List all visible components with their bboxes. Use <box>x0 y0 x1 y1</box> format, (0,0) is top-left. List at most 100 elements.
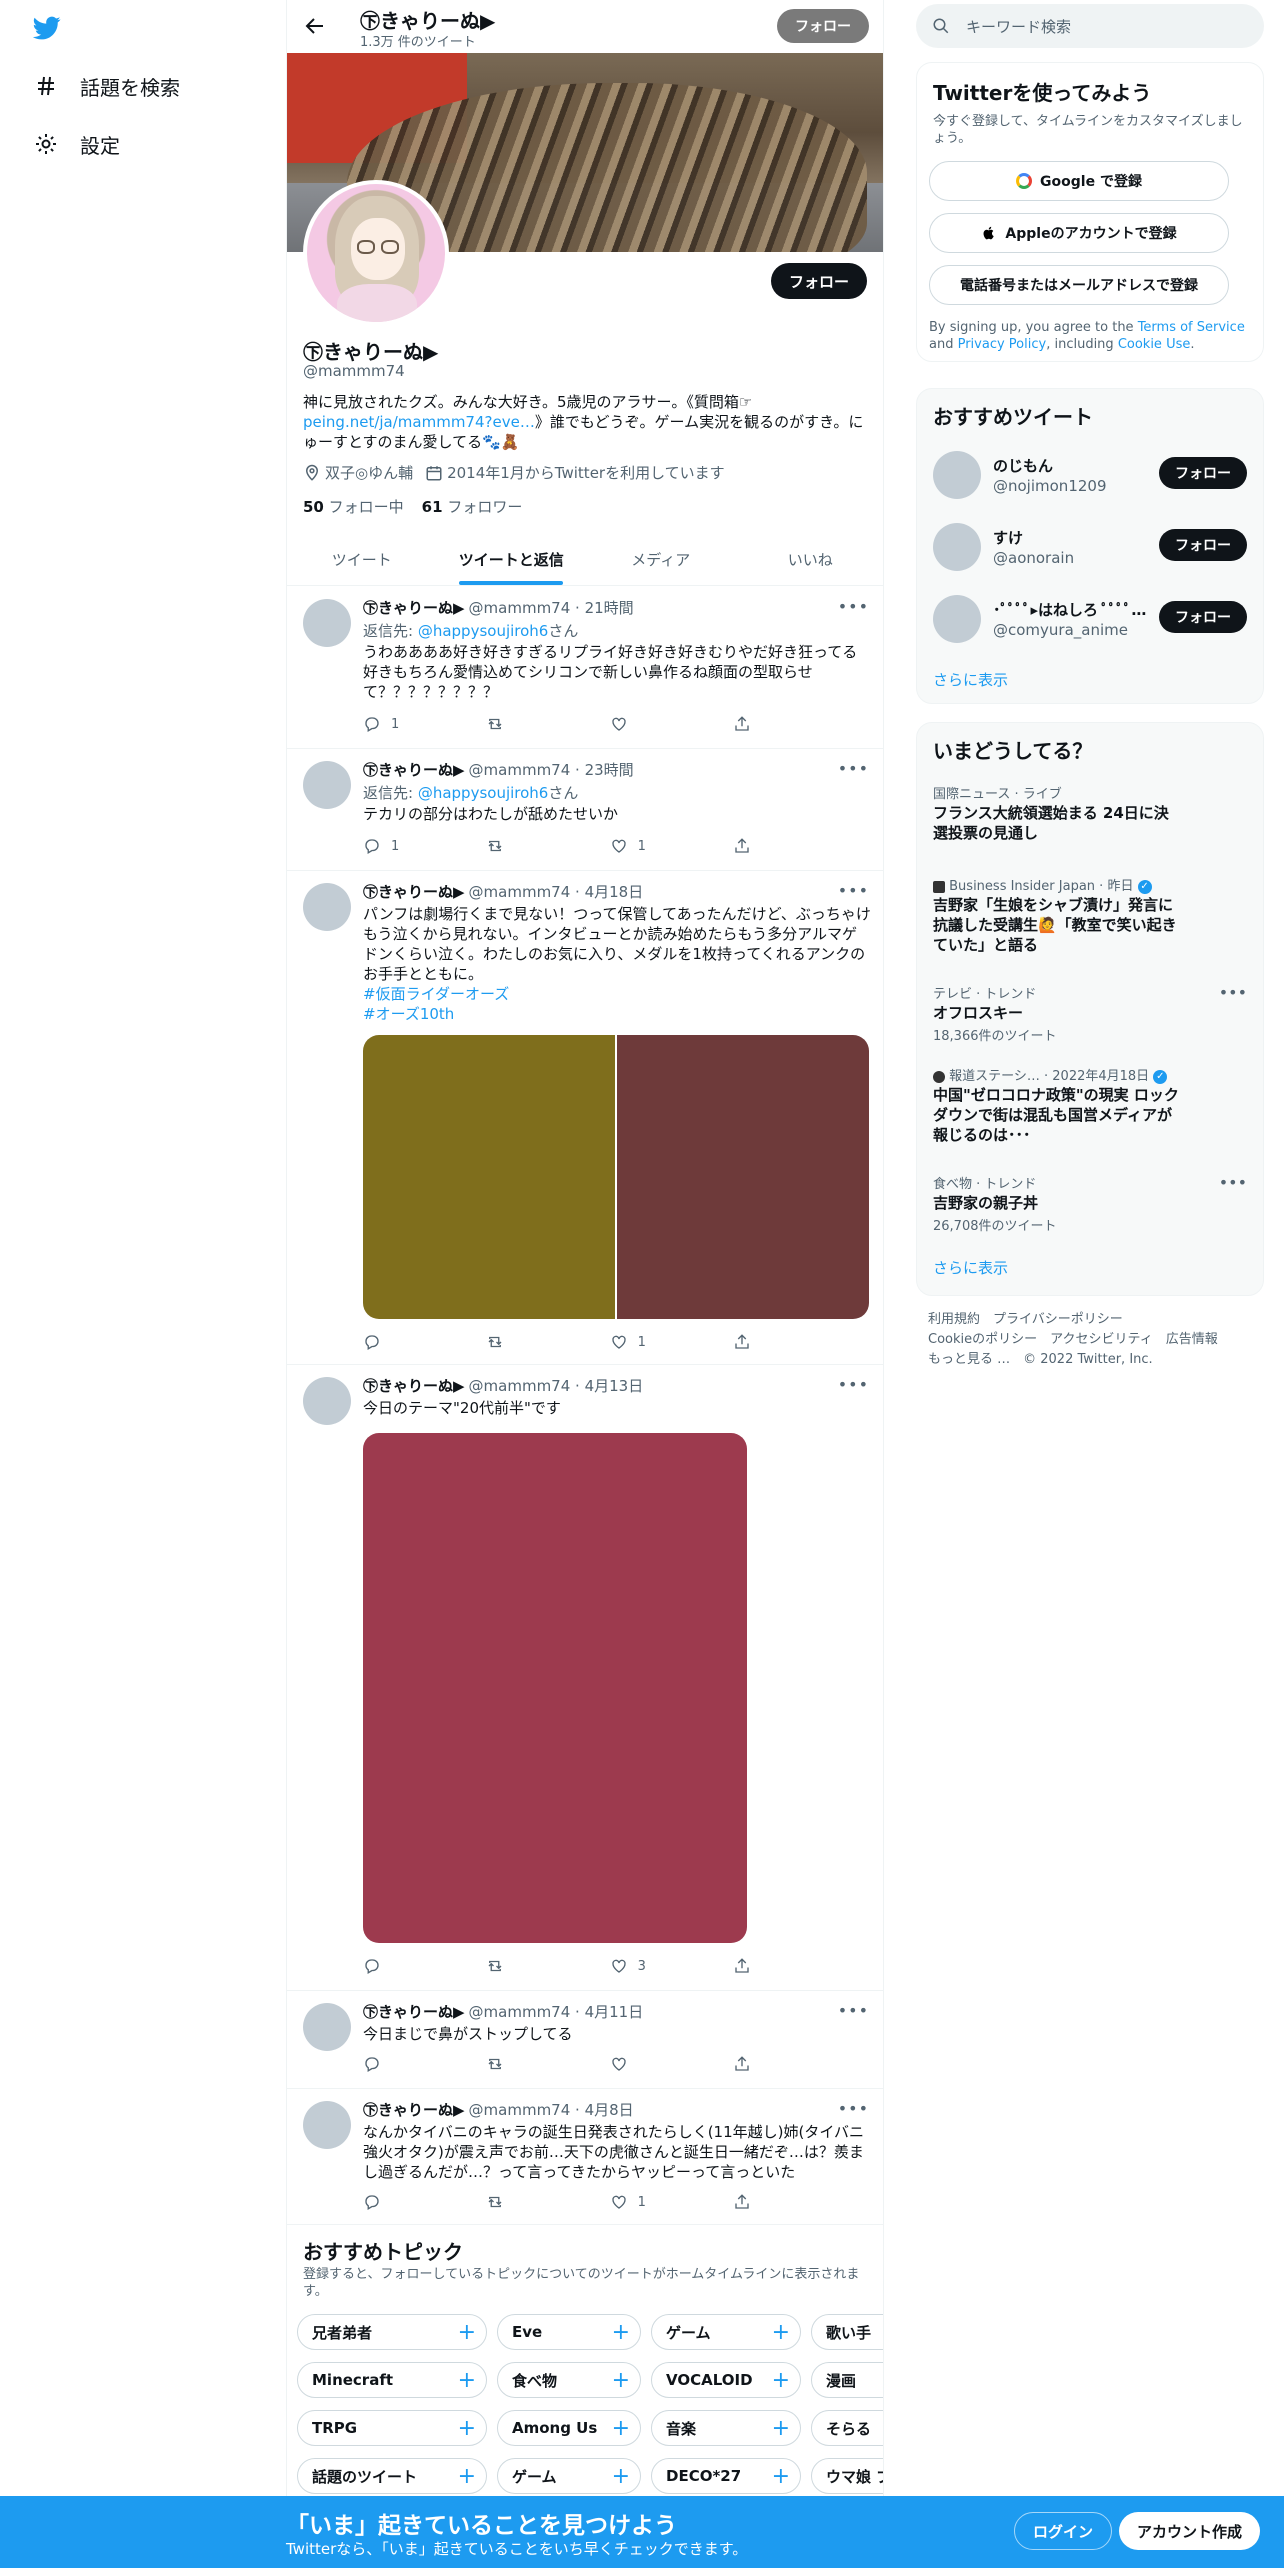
more-options-icon[interactable]: ••• <box>1219 1173 1247 1192</box>
avatar[interactable] <box>303 761 351 809</box>
profile-follow-button[interactable]: フォロー <box>770 263 867 299</box>
hashtag-link[interactable]: #オーズ10th <box>363 1005 454 1023</box>
topic-chip[interactable]: 歌い手 <box>811 2314 883 2350</box>
reply-button[interactable] <box>363 1333 423 1351</box>
like-button[interactable]: 1 <box>610 2193 670 2211</box>
privacy-policy-link[interactable]: Privacy Policy <box>958 337 1047 352</box>
tweet-author-name[interactable]: ㊦きゃりーぬ▶ <box>363 2099 465 2120</box>
topic-chip[interactable]: 音楽 + <box>651 2410 801 2446</box>
footer-line[interactable]: Cookieのポリシー アクセシビリティ 広告情報 <box>928 1330 1258 1350</box>
who-to-follow-item[interactable]: ･ﾟﾟﾟﾟ▸はねしろ ﾟﾟﾟﾟ… @comyura_anime フォロー <box>917 583 1263 655</box>
plus-icon[interactable]: + <box>612 2320 630 2345</box>
more-options-icon[interactable]: ••• <box>838 2001 869 2020</box>
avatar[interactable] <box>933 451 981 499</box>
follow-button[interactable]: フォロー <box>1159 601 1247 633</box>
trend-item[interactable]: 報道ステーシ… · 2022年4月18日 ✓ 中国"ゼロコロナ政策"の現実 ロッ… <box>917 1065 1263 1145</box>
media-image[interactable] <box>363 1035 615 1319</box>
tweet-author-name[interactable]: ㊦きゃりーぬ▶ <box>363 1375 465 1396</box>
back-arrow-icon[interactable] <box>303 14 327 38</box>
more-options-icon[interactable]: ••• <box>838 597 869 616</box>
reply-button[interactable] <box>363 2055 423 2073</box>
plus-icon[interactable]: + <box>772 2320 790 2345</box>
follow-button[interactable]: フォロー <box>1159 457 1247 489</box>
tweet-author-name[interactable]: ㊦きゃりーぬ▶ <box>363 2001 465 2022</box>
plus-icon[interactable]: + <box>772 2464 790 2489</box>
tweet[interactable]: ㊦きゃりーぬ▶ @mammm74 · 4月11日 ••• 今日まじで鼻がストップし… <box>287 1991 883 2089</box>
avatar[interactable] <box>303 883 351 931</box>
topic-chip[interactable]: DECO*27 + <box>651 2458 801 2494</box>
topic-chip[interactable]: ウマ娘 プ <box>811 2458 883 2494</box>
trend-item[interactable]: テレビ · トレンド ••• オフロスキー 18,366件のツイート <box>917 983 1263 1044</box>
footer-line[interactable]: もっと見る … © 2022 Twitter, Inc. <box>928 1350 1258 1370</box>
create-account-button[interactable]: アカウント作成 <box>1119 2512 1261 2550</box>
phone-email-signup-button[interactable]: 電話番号またはメールアドレスで登録 <box>929 265 1229 305</box>
retweet-button[interactable] <box>486 2193 546 2211</box>
tweet-media[interactable] <box>363 1035 869 1319</box>
like-button[interactable] <box>610 715 670 733</box>
retweet-button[interactable] <box>486 837 546 855</box>
reply-button[interactable] <box>363 2193 423 2211</box>
trend-item[interactable]: 国際ニュース · ライブ フランス大統領選始まる 24日に決選投票の見通し <box>917 783 1263 843</box>
tweet[interactable]: ㊦きゃりーぬ▶ @mammm74 · 4月18日 ••• パンフは劇場行くまで見な… <box>287 871 883 1365</box>
more-options-icon[interactable]: ••• <box>1219 983 1247 1002</box>
topic-chip[interactable]: TRPG + <box>297 2410 487 2446</box>
topic-chip[interactable]: 兄者弟者 + <box>297 2314 487 2350</box>
more-options-icon[interactable]: ••• <box>838 1375 869 1394</box>
topic-chip[interactable]: そらる <box>811 2410 883 2446</box>
plus-icon[interactable]: + <box>458 2320 476 2345</box>
topic-chip[interactable]: ゲーム + <box>651 2314 801 2350</box>
followers-link[interactable]: 61 フォロワー <box>422 496 523 517</box>
who-to-follow-item[interactable]: すけ @aonorain フォロー <box>917 511 1263 583</box>
tweet-media-image[interactable] <box>363 1433 747 1943</box>
apple-signup-button[interactable]: Appleのアカウントで登録 <box>929 213 1229 253</box>
avatar[interactable] <box>303 599 351 647</box>
plus-icon[interactable]: + <box>458 2368 476 2393</box>
following-link[interactable]: 50 フォロー中 <box>303 496 404 517</box>
plus-icon[interactable]: + <box>772 2416 790 2441</box>
plus-icon[interactable]: + <box>612 2464 630 2489</box>
tweet-author-name[interactable]: ㊦きゃりーぬ▶ <box>363 759 465 780</box>
tab-tweets-and-replies[interactable]: ツイートと返信 <box>437 533 587 585</box>
more-options-icon[interactable]: ••• <box>838 2099 869 2118</box>
twitter-logo-icon[interactable] <box>30 14 64 42</box>
topic-chip[interactable]: Minecraft + <box>297 2362 487 2398</box>
avatar[interactable] <box>933 595 981 643</box>
search-input[interactable]: キーワード検索 <box>916 4 1264 48</box>
tweet-author-name[interactable]: ㊦きゃりーぬ▶ <box>363 881 465 902</box>
more-options-icon[interactable]: ••• <box>838 881 869 900</box>
plus-icon[interactable]: + <box>612 2416 630 2441</box>
who-to-follow-item[interactable]: のじもん @nojimon1209 フォロー <box>917 439 1263 511</box>
retweet-button[interactable] <box>486 1333 546 1351</box>
plus-icon[interactable]: + <box>772 2368 790 2393</box>
like-button[interactable]: 3 <box>610 1957 670 1975</box>
topic-chip[interactable]: 食べ物 + <box>497 2362 641 2398</box>
tweet[interactable]: ㊦きゃりーぬ▶ @mammm74 · 23時間 ••• 返信先: @happyso… <box>287 749 883 871</box>
share-button[interactable] <box>733 2193 793 2211</box>
plus-icon[interactable]: + <box>612 2368 630 2393</box>
topic-chip[interactable]: ゲーム + <box>497 2458 641 2494</box>
cookie-use-link[interactable]: Cookie Use <box>1118 337 1191 352</box>
nav-explore[interactable]: 話題を検索 <box>34 66 180 106</box>
show-more-link[interactable]: さらに表示 <box>933 669 1008 690</box>
tab-tweets[interactable]: ツイート <box>287 533 437 585</box>
retweet-button[interactable] <box>486 715 546 733</box>
hashtag-link[interactable]: #仮面ライダーオーズ <box>363 985 509 1003</box>
topic-chip[interactable]: VOCALOID + <box>651 2362 801 2398</box>
retweet-button[interactable] <box>486 2055 546 2073</box>
terms-of-service-link[interactable]: Terms of Service <box>1138 320 1245 335</box>
like-button[interactable] <box>610 2055 670 2073</box>
share-button[interactable] <box>733 715 793 733</box>
avatar[interactable] <box>303 1377 351 1425</box>
plus-icon[interactable]: + <box>458 2464 476 2489</box>
show-more-link[interactable]: さらに表示 <box>933 1257 1008 1278</box>
share-button[interactable] <box>733 1333 793 1351</box>
avatar[interactable] <box>303 2003 351 2051</box>
who-name[interactable]: すけ <box>993 527 1153 548</box>
topic-chip[interactable]: 漫画 <box>811 2362 883 2398</box>
topic-chip[interactable]: 話題のツイート + <box>297 2458 487 2494</box>
trend-item[interactable]: 食べ物 · トレンド ••• 吉野家の親子丼 26,708件のツイート <box>917 1173 1263 1234</box>
header-follow-button[interactable]: フォロー <box>777 9 869 43</box>
tab-likes[interactable]: いいね <box>736 533 884 585</box>
avatar[interactable] <box>933 523 981 571</box>
media-image[interactable] <box>617 1035 869 1319</box>
